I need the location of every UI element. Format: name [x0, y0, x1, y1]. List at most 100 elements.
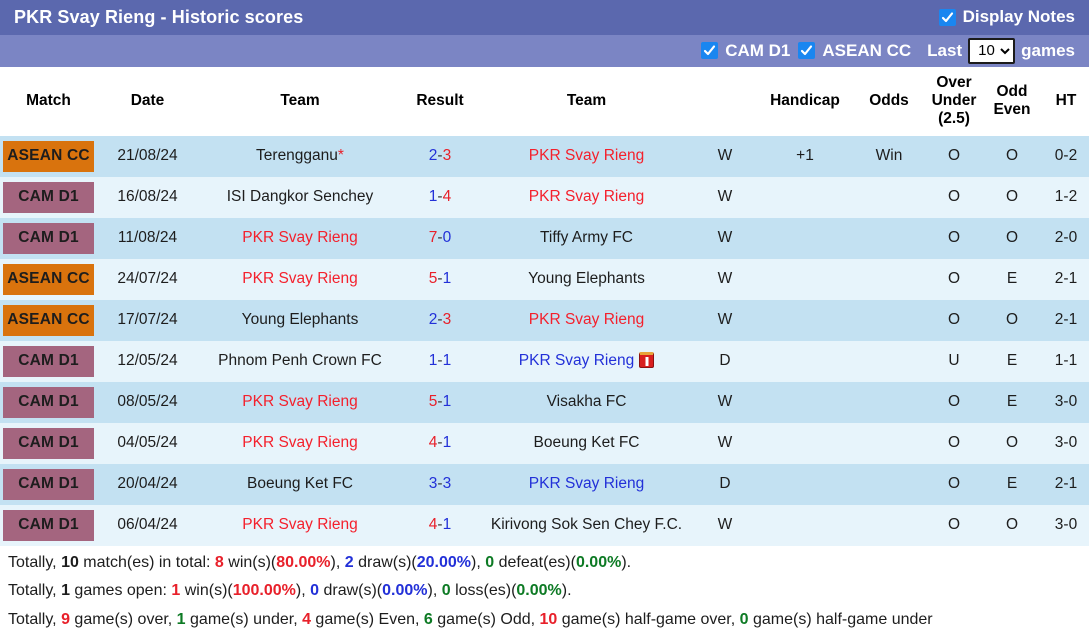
cell-match-league[interactable]: CAM D1: [0, 504, 97, 546]
asean-cc-checkbox[interactable]: [798, 42, 816, 60]
cell-result[interactable]: 2-3: [402, 135, 478, 177]
summary-text: Totally,: [8, 553, 62, 571]
cell-team-home[interactable]: PKR Svay Rieng: [198, 258, 402, 300]
col-header-ht[interactable]: HT: [1039, 66, 1089, 136]
cell-team-home[interactable]: ISI Dangkor Senchey: [198, 176, 402, 218]
cell-result[interactable]: 5-1: [402, 381, 478, 423]
summary-text: draw(s)(: [319, 582, 383, 600]
cell-half-time-score: 3-0: [1039, 504, 1089, 546]
table-row[interactable]: ASEAN CC 17/07/24 Young Elephants 2-3 PKR Sv…: [0, 299, 1089, 341]
table-row[interactable]: ASEAN CC 24/07/24 PKR Svay Rieng 5-1 Young E…: [0, 258, 1089, 300]
cell-team-home[interactable]: Young Elephants: [198, 299, 402, 341]
cell-date: 17/07/24: [97, 299, 198, 341]
cell-half-time-score: 2-0: [1039, 217, 1089, 259]
col-header-over-under-25[interactable]: Over Under (2.5): [923, 66, 985, 136]
cell-team-away[interactable]: Tiffy Army FC: [478, 217, 695, 259]
cell-over-under-25: O: [923, 381, 985, 423]
summary-line-overunder: Totally, 9 game(s) over, 1 game(s) under…: [8, 610, 1081, 630]
cell-team-away[interactable]: PKR Svay Rieng: [478, 176, 695, 218]
filter-cam-d1[interactable]: CAM D1: [701, 41, 790, 61]
cell-over-under-25: O: [923, 258, 985, 300]
summary-text: win(s)(: [180, 582, 233, 600]
team-home-name: ISI Dangkor Senchey: [226, 187, 374, 205]
cam-d1-checkbox[interactable]: [701, 42, 719, 60]
red-card-icon: [639, 351, 655, 368]
team-home-name: Young Elephants: [241, 310, 359, 328]
table-row[interactable]: CAM D1 12/05/24 Phnom Penh Crown FC 1-1 PKR …: [0, 340, 1089, 382]
page-title: PKR Svay Rieng - Historic scores: [14, 6, 304, 27]
summary-defeat-count: 0: [485, 553, 495, 571]
table-row[interactable]: CAM D1 08/05/24 PKR Svay Rieng 5-1 Visakha F…: [0, 381, 1089, 423]
cell-match-league[interactable]: CAM D1: [0, 176, 97, 218]
display-notes-control[interactable]: Display Notes: [938, 7, 1075, 27]
summary-total-count: 10: [61, 553, 79, 571]
display-notes-label: Display Notes: [962, 7, 1075, 27]
cell-result[interactable]: 1-4: [402, 176, 478, 218]
cell-team-home[interactable]: PKR Svay Rieng: [198, 381, 402, 423]
table-row[interactable]: CAM D1 06/04/24 PKR Svay Rieng 4-1 Kirivong …: [0, 504, 1089, 546]
cell-team-away[interactable]: PKR Svay Rieng: [478, 463, 695, 505]
cell-result-letter: W: [695, 504, 755, 546]
cell-match-league[interactable]: CAM D1: [0, 463, 97, 505]
cell-half-time-score: 2-1: [1039, 258, 1089, 300]
summary-text: ).: [561, 582, 572, 600]
cell-team-away[interactable]: Boeung Ket FC: [478, 422, 695, 464]
cell-team-away[interactable]: Kirivong Sok Sen Chey F.C.: [478, 504, 695, 546]
cell-team-home[interactable]: PKR Svay Rieng: [198, 217, 402, 259]
cell-team-away[interactable]: Visakha FC: [478, 381, 695, 423]
cell-match-league[interactable]: ASEAN CC: [0, 299, 97, 341]
summary-text: game(s) over,: [69, 610, 177, 628]
table-row[interactable]: CAM D1 16/08/24 ISI Dangkor Senchey 1-4 PKR …: [0, 176, 1089, 218]
summary-text: match(es) in total:: [78, 553, 215, 571]
cell-over-under-25: O: [923, 463, 985, 505]
cell-team-away[interactable]: PKR Svay Rieng: [478, 299, 695, 341]
cell-result[interactable]: 7-0: [402, 217, 478, 259]
display-notes-checkbox[interactable]: [938, 8, 956, 26]
col-header-match[interactable]: Match: [0, 66, 97, 136]
filter-asean-cc[interactable]: ASEAN CC: [798, 41, 911, 61]
cell-team-home[interactable]: Boeung Ket FC: [198, 463, 402, 505]
cell-over-under-25: O: [923, 135, 985, 177]
cell-match-league[interactable]: CAM D1: [0, 217, 97, 259]
cell-match-league[interactable]: CAM D1: [0, 381, 97, 423]
filter-bar: CAM D1 ASEAN CC Last 610203050 games: [0, 34, 1089, 67]
cell-team-away[interactable]: PKR Svay Rieng: [478, 135, 695, 177]
cell-team-home[interactable]: Phnom Penh Crown FC: [198, 340, 402, 382]
cell-team-away[interactable]: Young Elephants: [478, 258, 695, 300]
cell-odds: [855, 504, 923, 546]
cell-team-home[interactable]: PKR Svay Rieng: [198, 422, 402, 464]
games-count-select[interactable]: 610203050: [968, 37, 1016, 64]
cell-result[interactable]: 2-3: [402, 299, 478, 341]
cell-match-league[interactable]: CAM D1: [0, 422, 97, 464]
title-bar: PKR Svay Rieng - Historic scores Display…: [0, 0, 1089, 35]
summary-text: ),: [471, 553, 486, 571]
table-row[interactable]: CAM D1 04/05/24 PKR Svay Rieng 4-1 Boeung Ke…: [0, 422, 1089, 464]
cell-result[interactable]: 4-1: [402, 422, 478, 464]
team-home-name: Boeung Ket FC: [247, 474, 353, 492]
cell-result[interactable]: 3-3: [402, 463, 478, 505]
col-header-odds[interactable]: Odds: [855, 66, 923, 136]
table-row[interactable]: ASEAN CC 21/08/24 Terengganu* 2-3 PKR Svay R…: [0, 135, 1089, 177]
cell-team-away[interactable]: PKR Svay Rieng: [478, 340, 695, 382]
col-header-handicap[interactable]: Handicap: [755, 66, 855, 136]
col-header-odd-even[interactable]: Odd Even: [985, 66, 1039, 136]
cell-team-home[interactable]: Terengganu*: [198, 135, 402, 177]
table-row[interactable]: CAM D1 11/08/24 PKR Svay Rieng 7-0 Tiffy Arm…: [0, 217, 1089, 259]
col-header-result[interactable]: Result: [402, 66, 478, 136]
table-row[interactable]: CAM D1 20/04/24 Boeung Ket FC 3-3 PKR Svay R…: [0, 463, 1089, 505]
cell-result[interactable]: 5-1: [402, 258, 478, 300]
cell-result[interactable]: 1-1: [402, 340, 478, 382]
cell-match-league[interactable]: ASEAN CC: [0, 258, 97, 300]
cell-odds: [855, 258, 923, 300]
cell-team-home[interactable]: PKR Svay Rieng: [198, 504, 402, 546]
summary-text: defeat(es)(: [494, 553, 576, 571]
league-badge: ASEAN CC: [3, 263, 94, 295]
cell-match-league[interactable]: CAM D1: [0, 340, 97, 382]
col-header-team-away[interactable]: Team: [478, 66, 695, 136]
cell-match-league[interactable]: ASEAN CC: [0, 135, 97, 177]
summary-text: game(s) half-game over,: [557, 610, 740, 628]
col-header-team-home[interactable]: Team: [198, 66, 402, 136]
col-header-date[interactable]: Date: [97, 66, 198, 136]
summary-open-loss-count: 0: [441, 582, 451, 600]
cell-result[interactable]: 4-1: [402, 504, 478, 546]
